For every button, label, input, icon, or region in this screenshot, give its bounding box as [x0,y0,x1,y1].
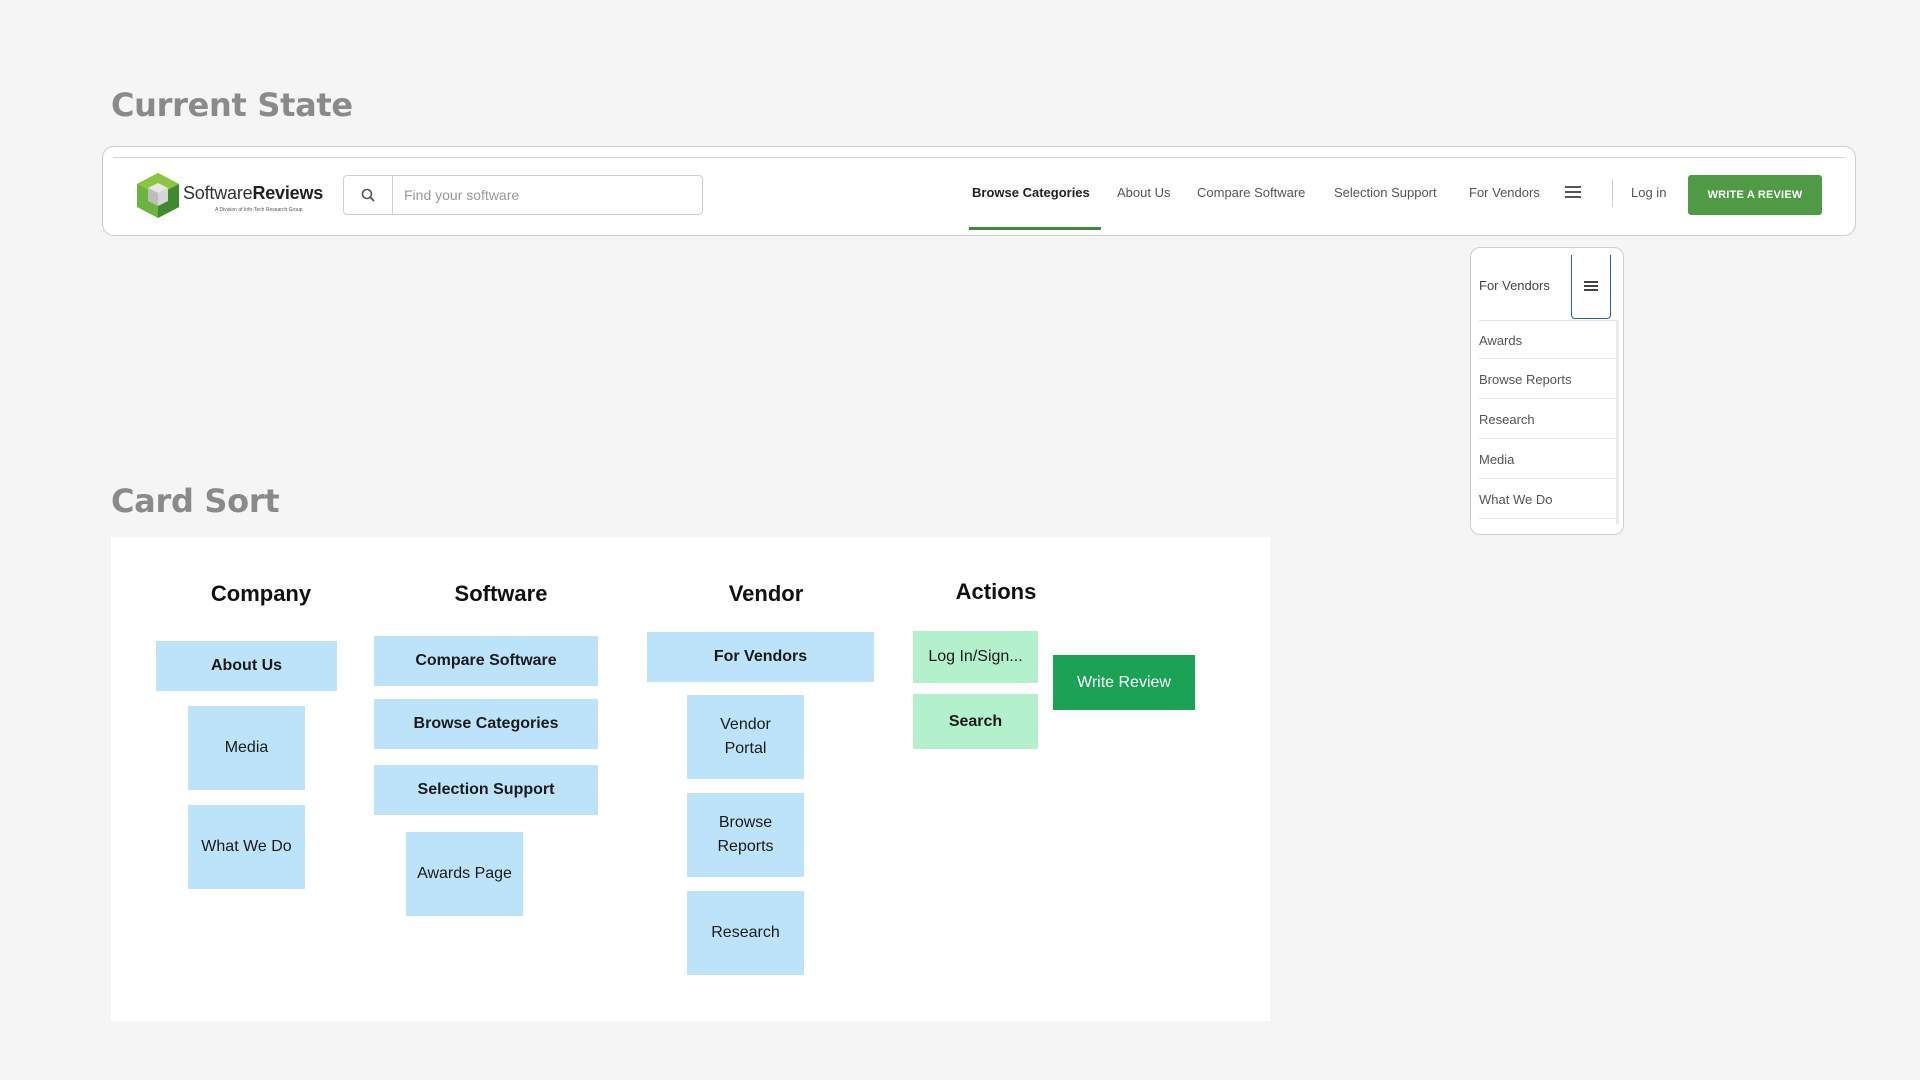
card-awards-page[interactable]: Awards Page [406,832,523,916]
card-sort-board: Company About Us Media What We Do Softwa… [111,537,1270,1021]
column-heading-actions: Actions [955,579,1037,604]
nav-divider [1612,179,1613,207]
card-log-in-sign[interactable]: Log In/Sign... [913,631,1038,683]
card-browse-categories[interactable]: Browse Categories [374,699,598,749]
column-heading-company: Company [210,581,312,606]
card-research[interactable]: Research [687,891,804,975]
hamburger-menu-icon[interactable] [1565,185,1581,199]
cube-logo-icon [137,173,179,218]
card-search[interactable]: Search [913,694,1038,749]
search-box[interactable] [343,175,714,215]
login-link[interactable]: Log in [1631,185,1666,200]
card-media[interactable]: Media [188,706,305,790]
vendors-dropdown: For Vendors Awards Browse Reports Resear… [1470,247,1624,535]
hamburger-menu-icon [1584,281,1598,291]
write-review-button[interactable]: WRITE A REVIEW [1688,175,1822,215]
nav-about-us[interactable]: About Us [1117,185,1170,200]
card-vendor-portal[interactable]: Vendor Portal [687,695,804,779]
dropdown-item-what-we-do[interactable]: What We Do [1479,480,1616,519]
card-browse-reports[interactable]: Browse Reports [687,793,804,877]
card-compare-software[interactable]: Compare Software [374,636,598,686]
card-selection-support[interactable]: Selection Support [374,765,598,815]
brand-bold: Reviews [252,183,324,203]
column-heading-vendor: Vendor [728,581,804,606]
brand-light: Software [183,183,253,203]
dropdown-item-browse-reports[interactable]: Browse Reports [1479,360,1616,399]
navbar-divider [113,157,1845,158]
site-navbar: SoftwareReviews A Division of Info-Tech … [102,146,1856,236]
dropdown-header[interactable]: For Vendors [1479,278,1550,293]
current-state-title: Current State [111,86,353,124]
nav-compare-software[interactable]: Compare Software [1197,185,1305,200]
search-input[interactable] [394,176,714,214]
card-what-we-do[interactable]: What We Do [188,805,305,889]
dropdown-item-awards[interactable]: Awards [1479,320,1616,359]
dropdown-item-media[interactable]: Media [1479,440,1616,479]
card-sort-title: Card Sort [111,482,280,520]
nav-browse-categories[interactable]: Browse Categories [972,185,1090,200]
brand-tagline: A Division of Info-Tech Research Group [215,207,303,213]
column-heading-software: Software [454,581,548,606]
brand-name: SoftwareReviews [183,183,323,204]
search-icon[interactable] [344,176,393,214]
nav-selection-support[interactable]: Selection Support [1334,185,1437,200]
dropdown-toggle[interactable] [1571,255,1611,319]
card-write-review[interactable]: Write Review [1053,655,1195,710]
dropdown-item-research[interactable]: Research [1479,400,1616,439]
nav-for-vendors[interactable]: For Vendors [1469,185,1540,200]
software-reviews-logo[interactable]: SoftwareReviews A Division of Info-Tech … [135,171,323,219]
card-for-vendors[interactable]: For Vendors [647,632,874,682]
active-tab-indicator [969,227,1101,230]
card-about-us[interactable]: About Us [156,641,337,691]
dropdown-scrollbar[interactable] [1616,320,1619,524]
